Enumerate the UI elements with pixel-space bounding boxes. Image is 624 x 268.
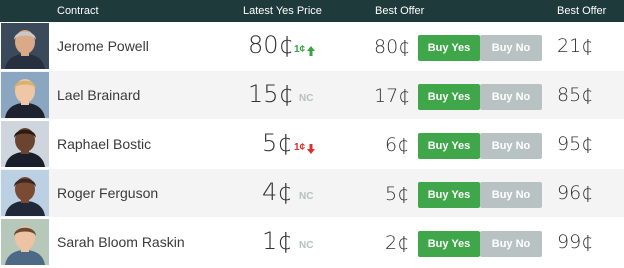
contracts-table: Contract Latest Yes Price Best Offer Bes… (0, 0, 624, 268)
price-change: NC (299, 93, 314, 104)
latest-yes-price: 4¢ (262, 178, 293, 206)
price-change: 1¢ (294, 44, 306, 55)
header-latest-yes-price: Latest Yes Price (243, 5, 322, 17)
buy-yes-button[interactable]: Buy Yes (418, 84, 480, 110)
avatar (1, 72, 49, 118)
buy-no-button[interactable]: Buy No (480, 182, 542, 208)
contract-name: Jerome Powell (57, 38, 149, 54)
best-offer-no: 21¢ (557, 35, 594, 57)
buy-yes-button[interactable]: Buy Yes (418, 35, 480, 61)
avatar (1, 23, 49, 69)
buy-no-button[interactable]: Buy No (480, 231, 542, 257)
avatar (1, 170, 49, 216)
table-row: Roger Ferguson 4¢ NC 5¢ Buy Yes Buy No 96¢ (0, 169, 624, 217)
buy-no-button[interactable]: Buy No (480, 133, 542, 159)
contract-name: Lael Brainard (57, 87, 141, 103)
price-change: NC (299, 191, 314, 202)
avatar (1, 121, 49, 167)
best-offer-no: 95¢ (557, 133, 594, 155)
contract-name: Roger Ferguson (57, 185, 159, 201)
latest-yes-price: 1¢ (262, 227, 293, 255)
best-offer-yes: 5¢ (385, 183, 410, 205)
latest-yes-price: 15¢ (248, 80, 294, 108)
buy-yes-button[interactable]: Buy Yes (418, 182, 480, 208)
best-offer-yes: 2¢ (385, 232, 410, 254)
best-offer-no: 99¢ (557, 231, 594, 253)
table-row: Sarah Bloom Raskin 1¢ NC 2¢ Buy Yes Buy No 99¢ (0, 218, 624, 266)
header-contract: Contract (57, 5, 99, 17)
table-row: Lael Brainard 15¢ NC 17¢ Buy Yes Buy No 85¢ (0, 71, 624, 119)
table-row: Jerome Powell 80¢ 1¢ 80¢ Buy Yes Buy No 21¢ (0, 22, 624, 70)
arrow-up-icon (307, 43, 315, 61)
contract-name: Raphael Bostic (57, 136, 152, 152)
latest-yes-price: 5¢ (262, 129, 293, 157)
contract-name: Sarah Bloom Raskin (57, 234, 185, 250)
best-offer-no: 96¢ (557, 182, 594, 204)
best-offer-yes: 17¢ (374, 85, 411, 107)
buy-no-button[interactable]: Buy No (480, 35, 542, 61)
best-offer-yes: 6¢ (385, 134, 410, 156)
best-offer-no: 85¢ (557, 84, 594, 106)
table-row: Raphael Bostic 5¢ 1¢ 6¢ Buy Yes Buy No 95¢ (0, 120, 624, 168)
buy-no-button[interactable]: Buy No (480, 84, 542, 110)
best-offer-yes: 80¢ (374, 36, 411, 58)
buy-yes-button[interactable]: Buy Yes (418, 133, 480, 159)
avatar (1, 219, 49, 265)
price-change: 1¢ (294, 142, 306, 153)
arrow-down-icon (307, 141, 315, 159)
header-best-offer-no: Best Offer (557, 5, 607, 17)
header-best-offer-yes: Best Offer (375, 5, 425, 17)
buy-yes-button[interactable]: Buy Yes (418, 231, 480, 257)
price-change: NC (299, 240, 314, 251)
table-header: Contract Latest Yes Price Best Offer Bes… (0, 0, 624, 22)
latest-yes-price: 80¢ (248, 31, 294, 59)
